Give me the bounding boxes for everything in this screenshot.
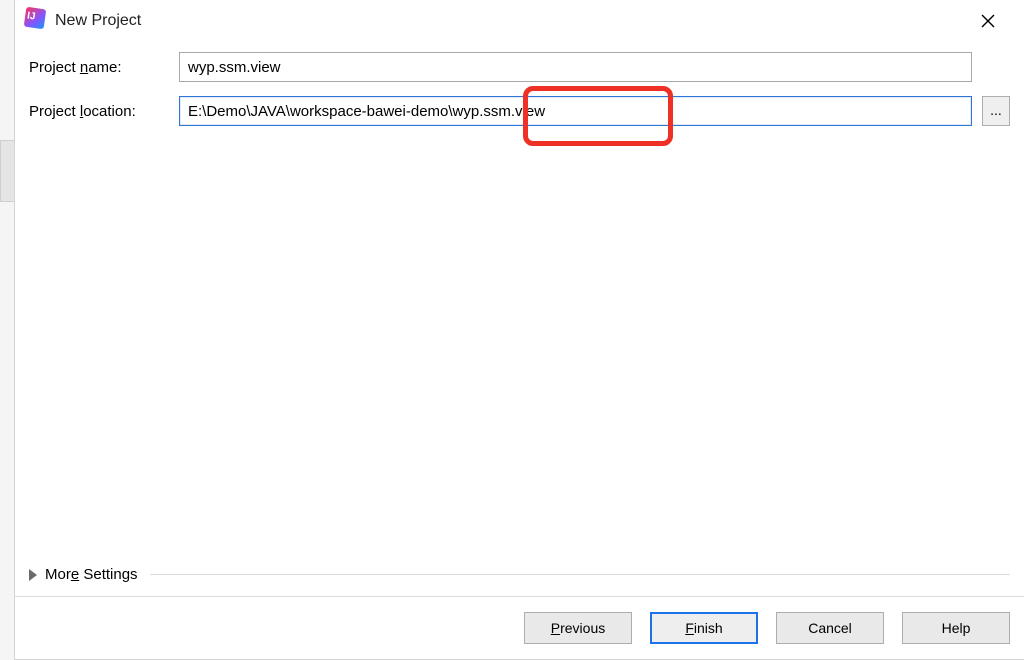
divider [150, 574, 1010, 575]
finish-button[interactable]: Finish [650, 612, 758, 644]
dialog-footer: Previous Finish Cancel Help [15, 596, 1024, 659]
chevron-right-icon [29, 569, 37, 581]
previous-button[interactable]: Previous [524, 612, 632, 644]
intellij-icon: IJ [23, 10, 45, 32]
more-settings-toggle[interactable]: More Settings [29, 566, 1010, 583]
project-name-input[interactable] [179, 52, 972, 82]
project-location-input[interactable] [179, 96, 972, 126]
titlebar: IJ New Project [15, 0, 1024, 42]
close-icon [981, 14, 995, 28]
new-project-dialog: IJ New Project Project name: [14, 0, 1024, 660]
more-settings-label: More Settings [45, 566, 138, 583]
project-name-label: Project name: [29, 59, 179, 76]
close-button[interactable] [966, 5, 1010, 37]
project-location-label: Project location: [29, 103, 179, 120]
help-button[interactable]: Help [902, 612, 1010, 644]
cancel-button[interactable]: Cancel [776, 612, 884, 644]
window-title: New Project [55, 12, 141, 30]
browse-button[interactable]: ... [982, 96, 1010, 126]
